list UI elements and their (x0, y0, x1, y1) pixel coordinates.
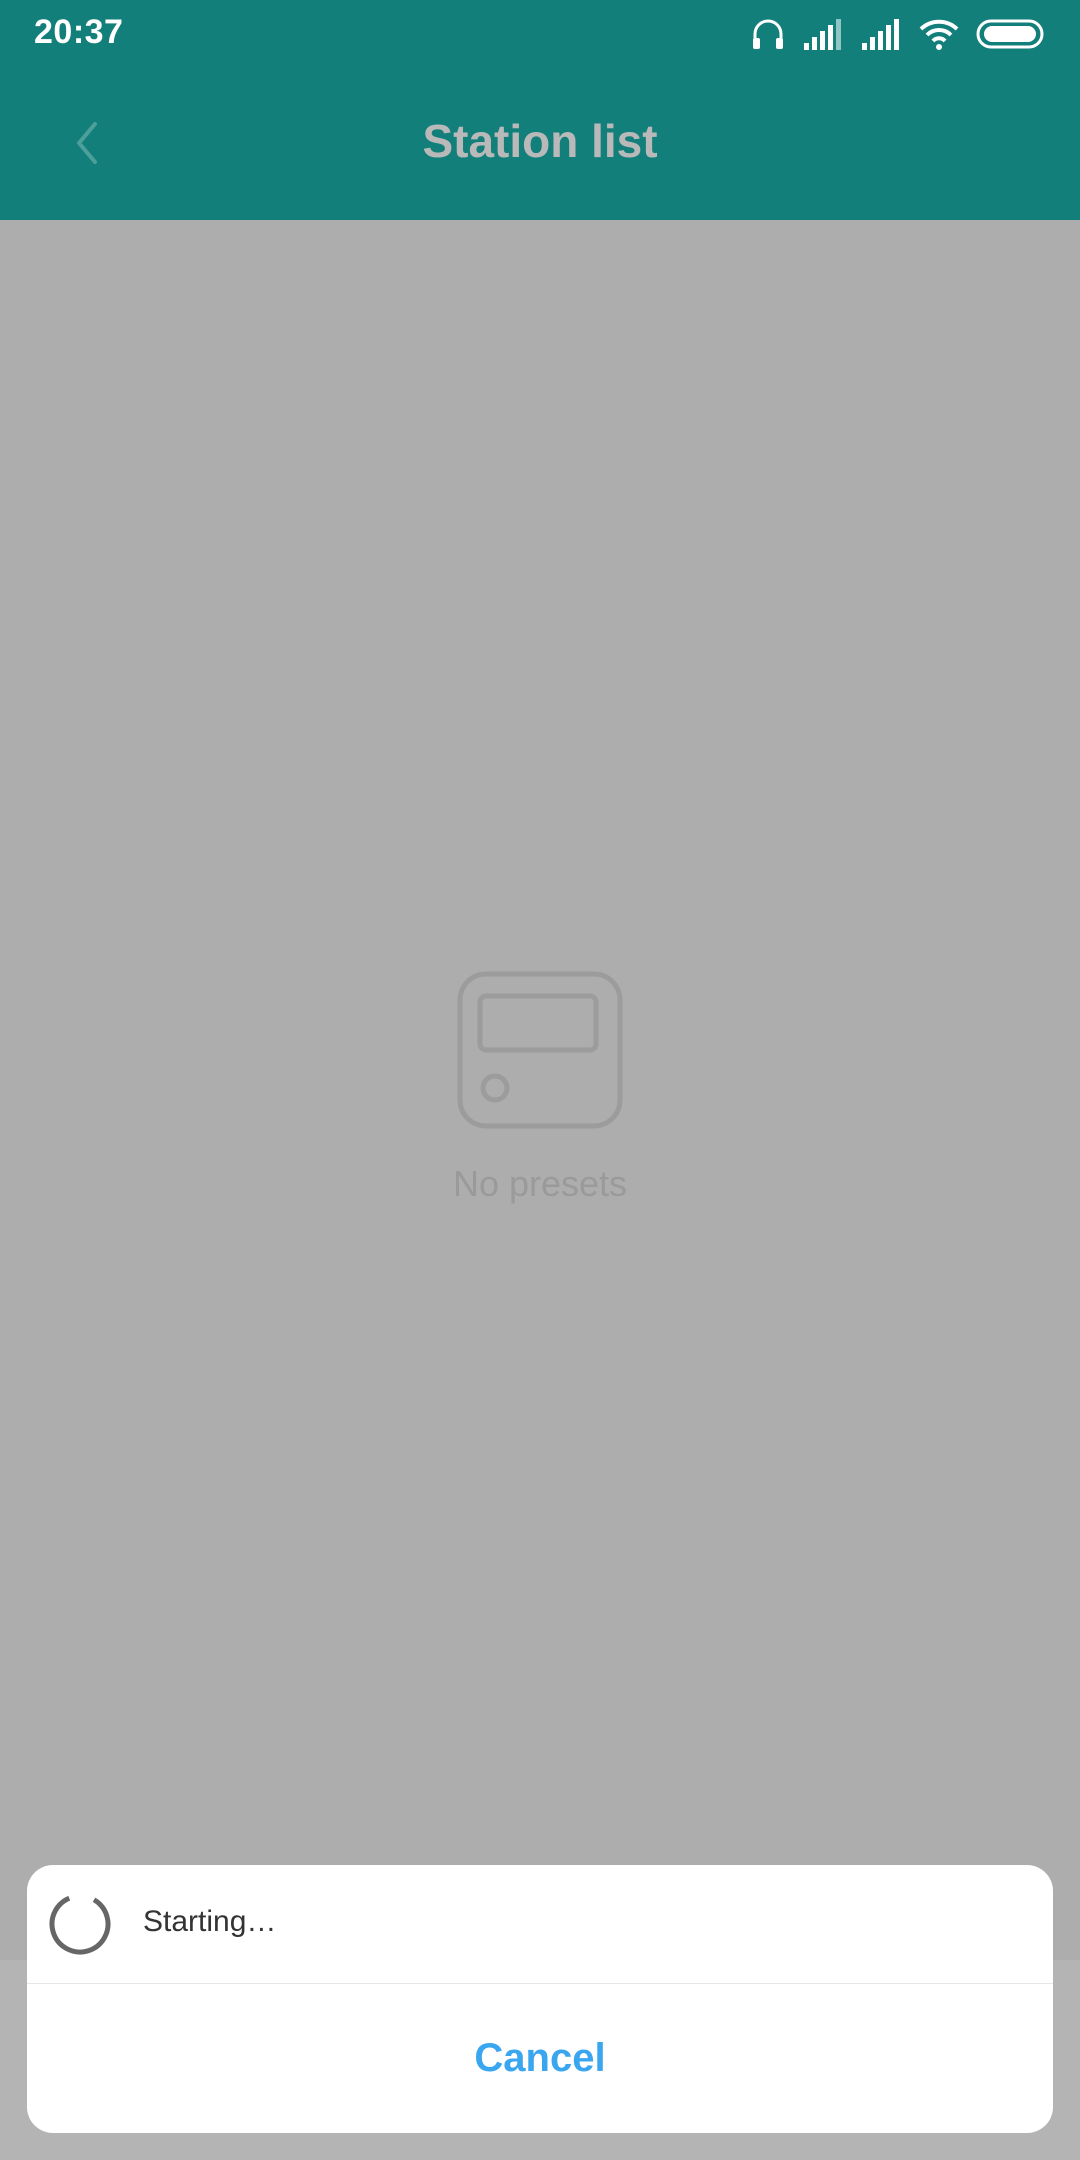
wifi-icon (918, 17, 960, 51)
status-time: 20:37 (34, 13, 124, 51)
app-bar: Station list (0, 68, 1080, 220)
dialog-message: Starting… (143, 1905, 277, 1938)
empty-state-text: No presets (452, 1163, 628, 1204)
battery-icon (976, 18, 1046, 50)
progress-dialog: Starting… Cancel (27, 1865, 1053, 2133)
cancel-button[interactable]: Cancel (27, 1984, 1053, 2133)
signal-2-icon (860, 17, 902, 51)
radio-icon (457, 971, 623, 1129)
page-title: Station list (422, 115, 658, 167)
loading-spinner-icon (49, 1893, 111, 1955)
signal-1-icon (802, 17, 844, 51)
dialog-message-row: Starting… (27, 1865, 1053, 1983)
status-bar: 20:37 (0, 0, 1080, 68)
status-icons (750, 14, 1046, 54)
headphones-icon (750, 16, 786, 52)
